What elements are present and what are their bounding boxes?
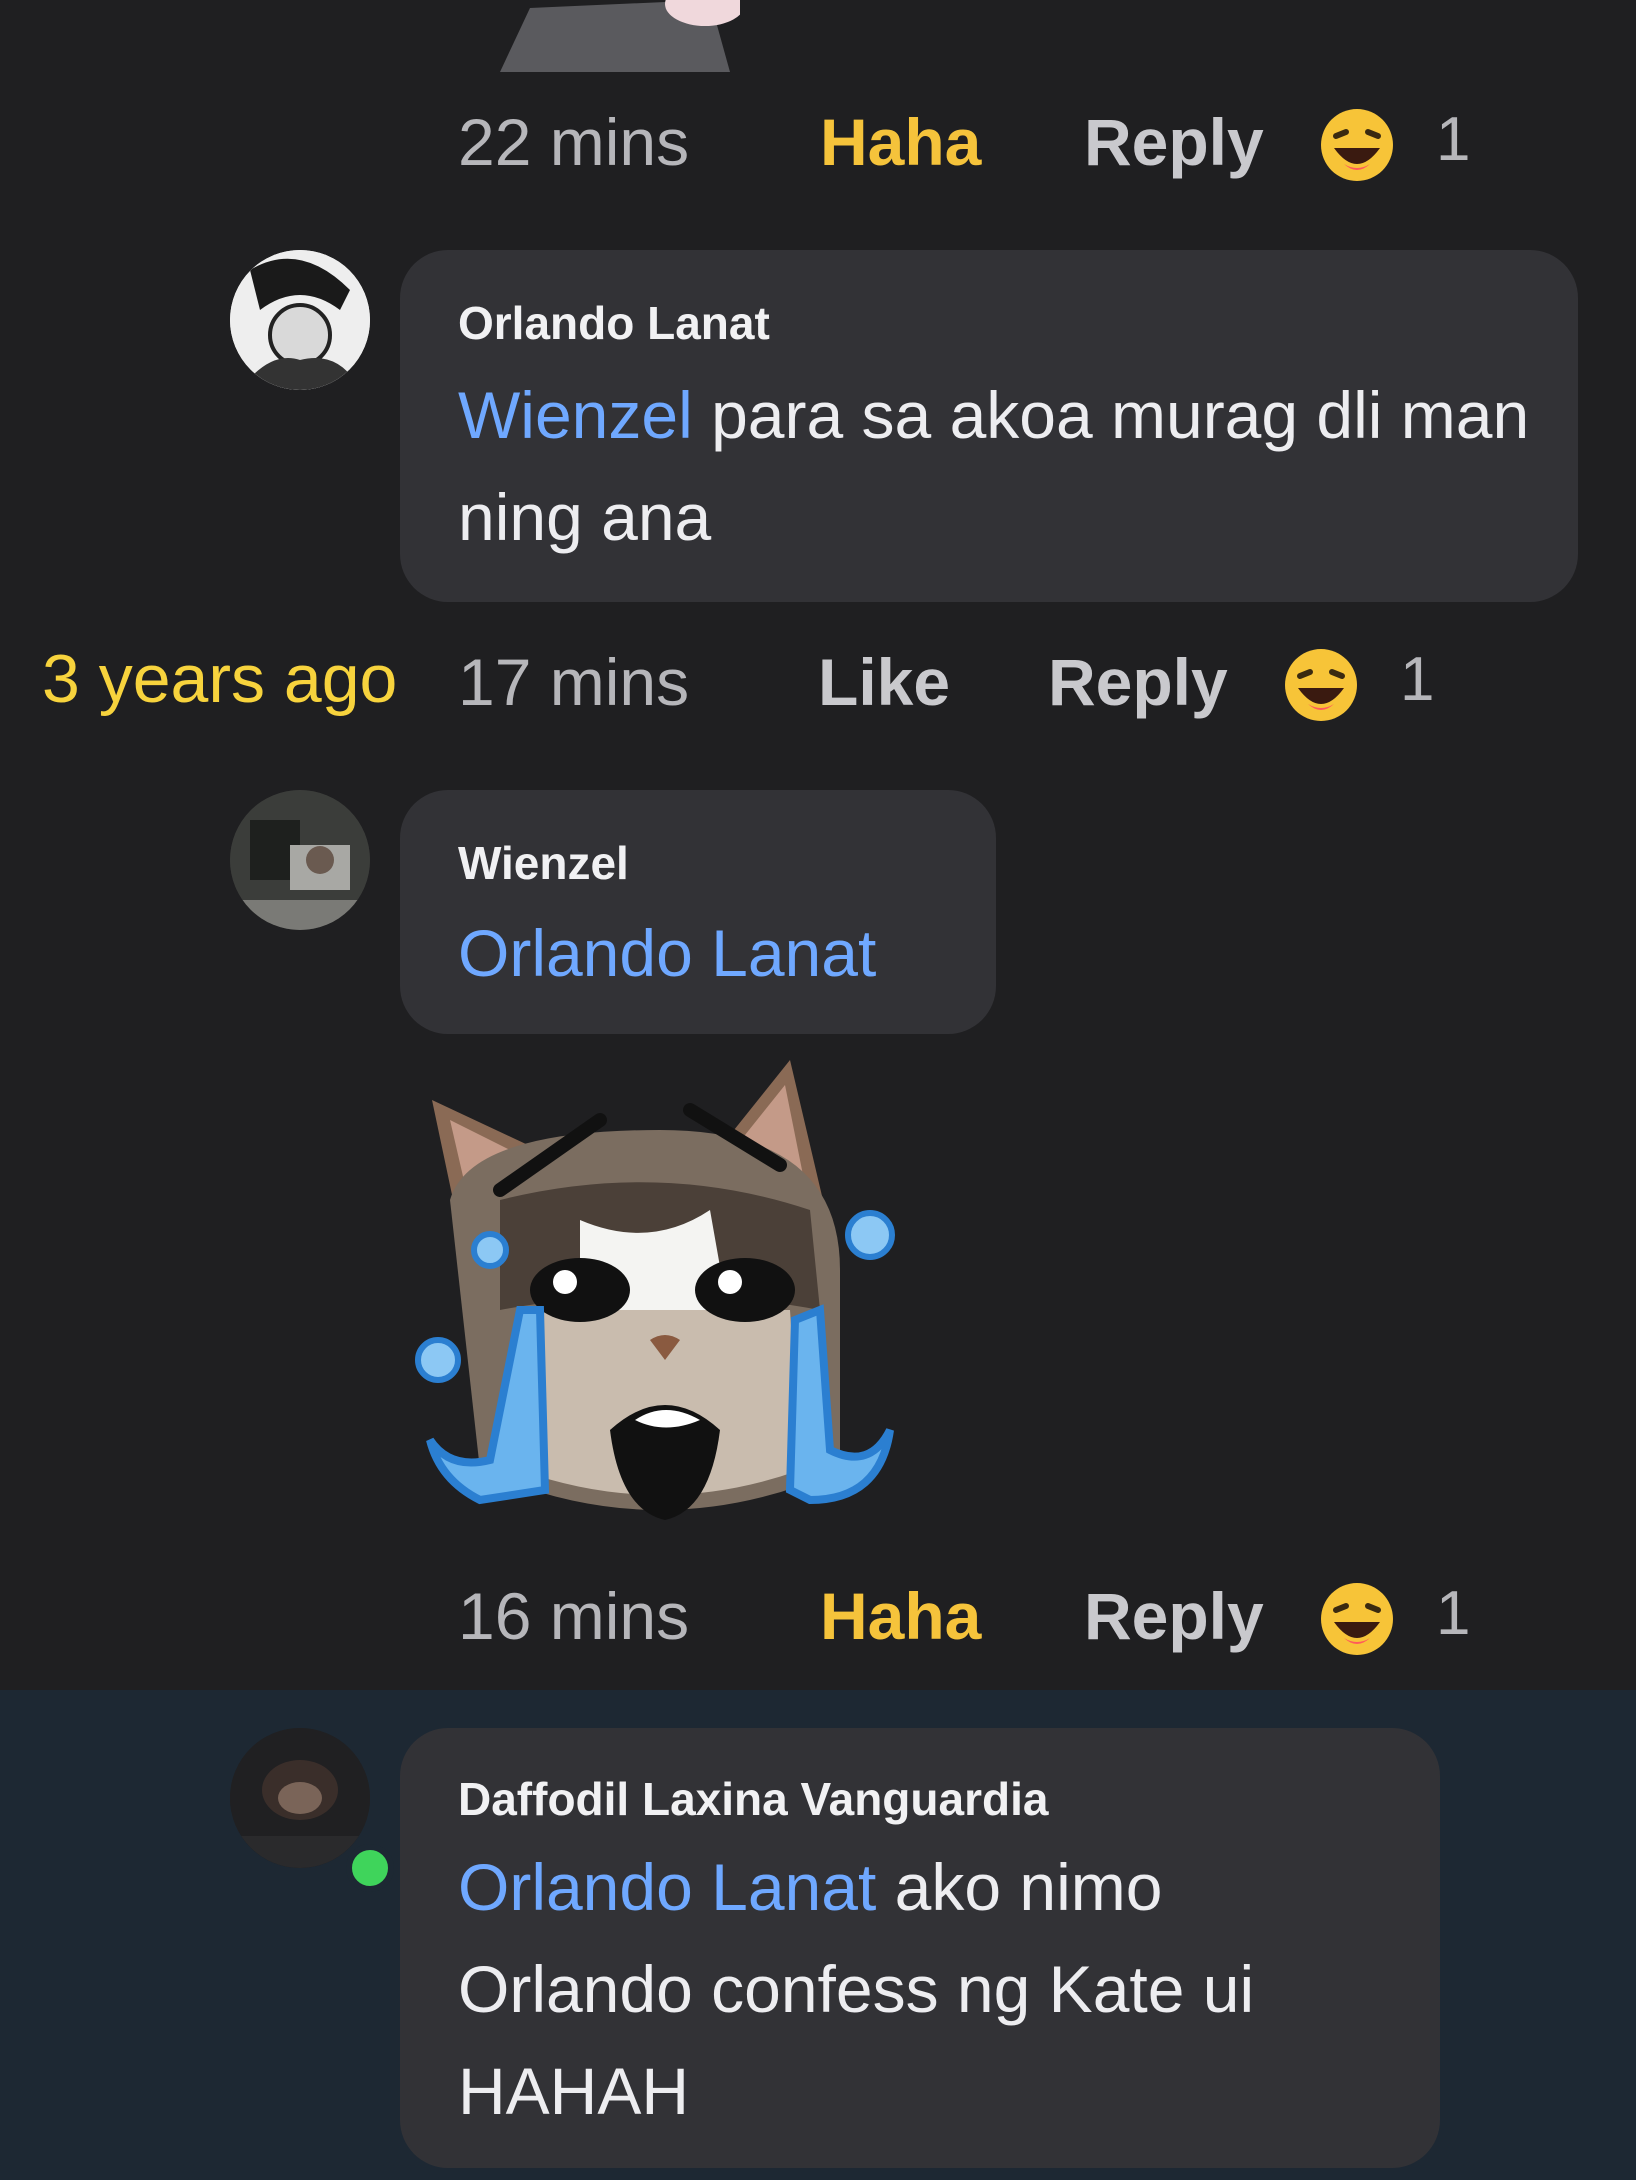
comment-author[interactable]: Daffodil Laxina Vanguardia — [458, 1772, 1048, 1826]
comment-time: 22 mins — [458, 105, 690, 179]
haha-button[interactable]: Haha — [820, 1578, 981, 1654]
haha-emoji-icon[interactable] — [1318, 106, 1396, 189]
attached-image-partial[interactable] — [500, 0, 745, 72]
comment-time: 17 mins — [458, 645, 690, 719]
reply-button[interactable]: Reply — [1084, 104, 1264, 180]
mention-link[interactable]: Orlando Lanat — [458, 916, 876, 990]
crying-cat-sticker[interactable] — [410, 1050, 910, 1550]
comment-bubble: Daffodil Laxina Vanguardia Orlando Lanat… — [400, 1728, 1440, 2168]
avatar[interactable] — [230, 1728, 370, 1868]
haha-emoji-icon[interactable] — [1318, 1580, 1396, 1663]
reaction-count: 1 — [1400, 645, 1435, 714]
comment-actions-3: 16 mins Haha Reply 1 — [0, 1578, 1636, 1658]
comment-bubble: Orlando Lanat Wienzel para sa akoa murag… — [400, 250, 1578, 602]
avatar[interactable] — [230, 790, 370, 930]
mention-link[interactable]: Wienzel — [458, 378, 693, 452]
comment-actions-2: 17 mins Like Reply 1 — [0, 644, 1636, 724]
haha-emoji-icon[interactable] — [1282, 646, 1360, 729]
mention-link[interactable]: Orlando Lanat — [458, 1850, 876, 1924]
reply-button[interactable]: Reply — [1048, 644, 1228, 720]
comment-time: 16 mins — [458, 1579, 690, 1653]
reaction-count: 1 — [1436, 105, 1471, 174]
like-button[interactable]: Like — [818, 644, 950, 720]
reaction-count: 1 — [1436, 1579, 1471, 1648]
comment-text: Wienzel para sa akoa murag dli man ning … — [458, 364, 1538, 568]
comment-author[interactable]: Orlando Lanat — [458, 296, 770, 350]
reply-button[interactable]: Reply — [1084, 1578, 1264, 1654]
avatar[interactable] — [230, 250, 370, 390]
comment-actions-1: 22 mins Haha Reply 1 — [0, 104, 1636, 184]
comment-text: Orlando Lanat — [458, 902, 978, 1004]
comment-bubble: Wienzel Orlando Lanat — [400, 790, 996, 1034]
haha-button[interactable]: Haha — [820, 104, 981, 180]
comment-text: Orlando Lanat ako nimo Orlando confess n… — [458, 1836, 1398, 2142]
comment-author[interactable]: Wienzel — [458, 836, 629, 890]
online-status-indicator — [346, 1844, 394, 1892]
